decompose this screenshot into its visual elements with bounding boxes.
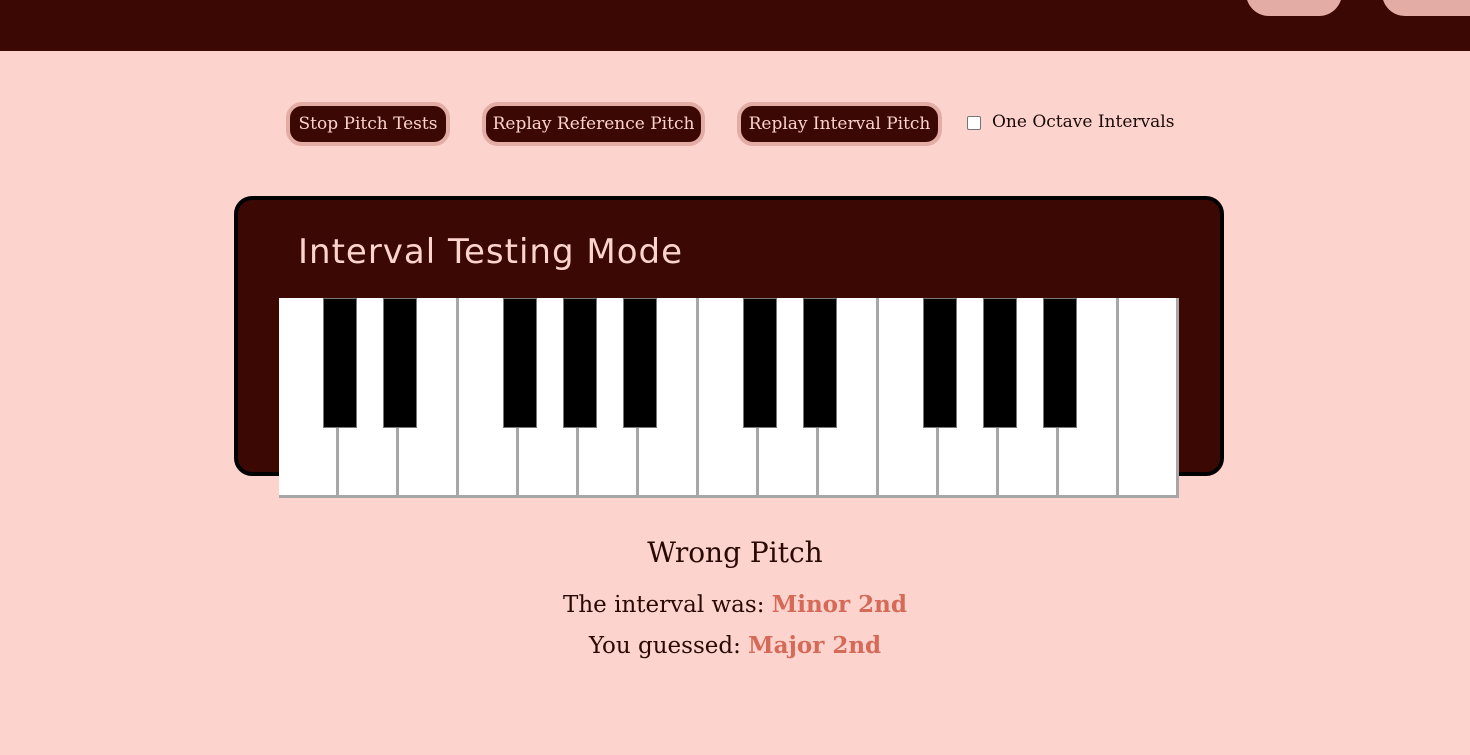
one-octave-label[interactable]: One Octave Intervals	[992, 112, 1174, 132]
black-key-c-sharp[interactable]	[743, 298, 777, 428]
guessed-interval-value: Major 2nd	[748, 632, 882, 659]
one-octave-checkbox[interactable]	[967, 116, 981, 130]
controls-bar: Stop Pitch Tests Replay Reference Pitch …	[0, 102, 1470, 146]
guessed-interval-prefix: You guessed:	[588, 633, 749, 659]
black-key-f-sharp[interactable]	[503, 298, 537, 428]
guessed-interval-line: You guessed: Major 2nd	[0, 632, 1470, 659]
black-key-g-sharp[interactable]	[563, 298, 597, 428]
black-key-g-sharp[interactable]	[983, 298, 1017, 428]
nav-button[interactable]	[1246, 0, 1342, 16]
top-nav-bar	[0, 0, 1470, 51]
replay-interval-pitch-button[interactable]: Replay Interval Pitch	[737, 102, 942, 146]
black-key-d-sharp[interactable]	[383, 298, 417, 428]
actual-interval-prefix: The interval was:	[563, 592, 772, 618]
replay-reference-pitch-button[interactable]: Replay Reference Pitch	[482, 102, 705, 146]
actual-interval-value: Minor 2nd	[771, 591, 907, 618]
black-key-a-sharp[interactable]	[623, 298, 657, 428]
black-key-d-sharp[interactable]	[803, 298, 837, 428]
black-key-f-sharp[interactable]	[923, 298, 957, 428]
stop-pitch-tests-button[interactable]: Stop Pitch Tests	[286, 102, 450, 146]
piano-keyboard	[279, 298, 1179, 498]
white-key-c[interactable]	[1119, 298, 1179, 498]
black-key-a-sharp[interactable]	[1043, 298, 1077, 428]
result-title: Wrong Pitch	[647, 536, 823, 569]
black-key-c-sharp[interactable]	[323, 298, 357, 428]
panel-title: Interval Testing Mode	[298, 232, 683, 272]
nav-button[interactable]	[1382, 0, 1470, 16]
actual-interval-line: The interval was: Minor 2nd	[0, 591, 1470, 618]
